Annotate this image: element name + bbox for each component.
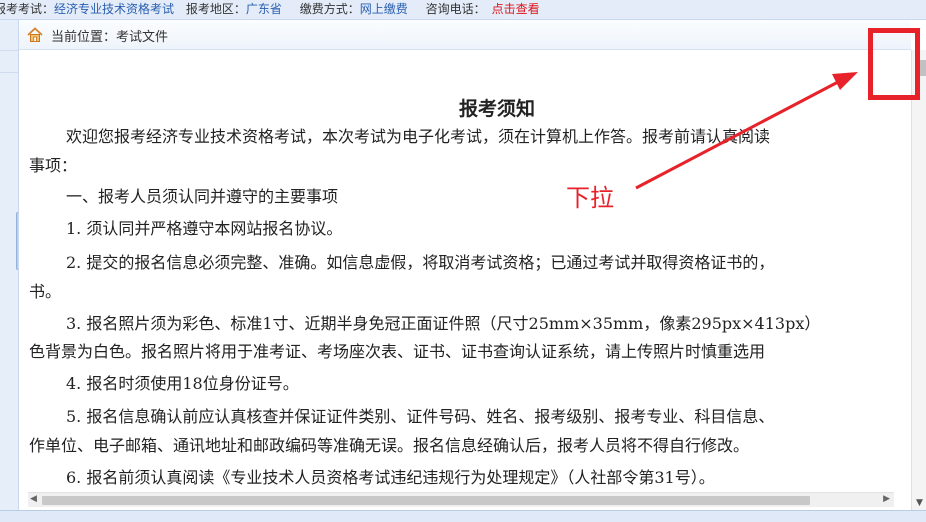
breadcrumb: 当前位置：考试文件 — [19, 20, 911, 50]
horizontal-scrollbar[interactable]: ◀ ▶ — [28, 492, 894, 507]
document-title: 报考须知 — [459, 98, 536, 120]
notice-document: 报考须知 欢迎您报考经济专业技术资格考试，本次考试为电子化考试，须在计算机上作答… — [29, 82, 895, 500]
home-icon — [27, 27, 43, 42]
horizontal-scroll-thumb[interactable] — [42, 496, 810, 505]
document-line: 一、报考人员须认同并遵守的主要事项 — [66, 187, 339, 206]
document-line: 事项： — [29, 156, 78, 175]
payment-label: 缴费方式： — [299, 2, 360, 16]
document-line: 4. 报名时须使用18位身份证号。 — [66, 374, 299, 393]
document-line: 书。 — [29, 282, 62, 301]
document-line: 色背景为白色。报名照片将用于准考证、考场座次表、证书、证书查询认证系统，请上传照… — [29, 342, 766, 361]
sidebar-divider — [0, 72, 18, 73]
main-panel: 当前位置：考试文件 报考须知 欢迎您报考经济专业技术资格考试，本次考试为电子化考… — [18, 20, 926, 516]
phone-view-link[interactable]: 点击查看 — [492, 0, 540, 18]
scroll-down-arrow-icon[interactable]: ▼ — [916, 498, 923, 508]
annotation-label: 下拉 — [566, 184, 614, 212]
document-line: 欢迎您报考经济专业技术资格考试，本次考试为电子化考试，须在计算机上作答。报考前请… — [66, 127, 771, 146]
breadcrumb-current: 考试文件 — [116, 30, 169, 45]
exam-info-bar: 报考考试：经济专业技术资格考试 报考地区：广东省 缴费方式：网上缴费 咨询电话：… — [0, 0, 926, 20]
scroll-right-arrow-icon[interactable]: ▶ — [883, 494, 890, 504]
document-line: 5. 报名信息确认前应认真核查并保证证件类别、证件号码、姓名、报考级别、报考专业… — [66, 407, 775, 426]
region-value: 广东省 — [245, 2, 282, 16]
sidebar-divider — [0, 50, 18, 51]
vertical-scrollbar[interactable]: ▼ — [911, 50, 926, 512]
scrollbar-highlight-box — [868, 28, 920, 100]
payment-value: 网上缴费 — [359, 2, 408, 16]
phone-label: 咨询电话： — [425, 2, 486, 16]
scroll-left-arrow-icon[interactable]: ◀ — [30, 494, 37, 504]
document-line: 6. 报名前须认真阅读《专业技术人员资格考试违纪违规行为处理规定》（人社部令第3… — [66, 468, 715, 487]
breadcrumb-label: 当前位置： — [51, 30, 117, 45]
document-line: 1. 须认同并严格遵守本网站报名协议。 — [66, 219, 343, 238]
exam-value: 经济专业技术资格考试 — [54, 2, 175, 16]
document-line: 3. 报名照片须为彩色、标准1寸、近期半身免冠正面证件照（尺寸25mm×35mm… — [66, 314, 821, 333]
region-label: 报考地区： — [185, 2, 246, 16]
exam-label: 报考考试： — [0, 2, 55, 16]
document-line: 2. 提交的报名信息必须完整、准确。如信息虚假，将取消考试资格；已通过考试并取得… — [66, 253, 775, 272]
bottom-bar — [0, 510, 926, 522]
document-line: 作单位、电子邮箱、通讯地址和邮政编码等准确无误。报名信息经确认后，报考人员将不得… — [29, 436, 750, 455]
left-sidebar-strip — [0, 20, 18, 520]
